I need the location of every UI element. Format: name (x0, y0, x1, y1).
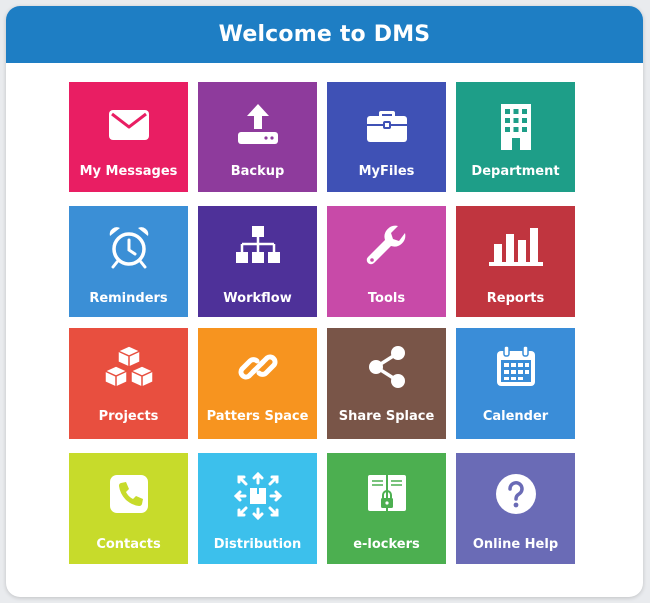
tile-label: Tools (367, 291, 406, 306)
tile-workflow[interactable]: Workflow (198, 206, 317, 317)
wrench-icon (327, 224, 446, 270)
tile-e-lockers[interactable]: e-lockers (327, 453, 446, 564)
tile-label: My Messages (79, 164, 178, 179)
tile-label: Workflow (223, 291, 292, 306)
bar-chart-icon (456, 224, 575, 270)
alarm-clock-icon (69, 224, 188, 270)
upload-icon (198, 102, 317, 148)
tile-label: Distribution (213, 537, 302, 552)
tile-label: Contacts (96, 537, 161, 552)
tile-department[interactable]: Department (456, 82, 575, 192)
briefcase-icon (327, 102, 446, 148)
locker-icon (327, 471, 446, 517)
share-icon (327, 344, 446, 390)
tile-label: Share Splace (338, 409, 435, 424)
tile-label: Department (471, 164, 560, 179)
tile-myfiles[interactable]: MyFiles (327, 82, 446, 192)
tile-distribution[interactable]: Distribution (198, 453, 317, 564)
tile-my-messages[interactable]: My Messages (69, 82, 188, 192)
question-icon (456, 471, 575, 517)
tile-label: Online Help (472, 537, 559, 552)
tile-label: Patters Space (206, 409, 309, 424)
tile-label: Calender (482, 409, 549, 424)
tile-online-help[interactable]: Online Help (456, 453, 575, 564)
tile-patters-space[interactable]: Patters Space (198, 328, 317, 439)
tile-projects[interactable]: Projects (69, 328, 188, 439)
phone-icon (69, 471, 188, 517)
envelope-icon (69, 102, 188, 148)
tile-share-splace[interactable]: Share Splace (327, 328, 446, 439)
tile-label: Backup (230, 164, 285, 179)
sitemap-icon (198, 224, 317, 270)
tile-calender[interactable]: Calender (456, 328, 575, 439)
tile-label: MyFiles (358, 164, 415, 179)
tile-reports[interactable]: Reports (456, 206, 575, 317)
page-title: Welcome to DMS (218, 22, 431, 47)
link-icon (198, 344, 317, 390)
tile-tools[interactable]: Tools (327, 206, 446, 317)
tile-label: Reminders (89, 291, 168, 306)
tile-contacts[interactable]: Contacts (69, 453, 188, 564)
tile-label: Reports (486, 291, 545, 306)
distribution-icon (198, 471, 317, 521)
dashboard-panel: Welcome to DMS My Messages Backup MyFile… (6, 6, 643, 597)
calendar-icon (456, 344, 575, 390)
tile-reminders[interactable]: Reminders (69, 206, 188, 317)
tile-backup[interactable]: Backup (198, 82, 317, 192)
building-icon (456, 102, 575, 152)
cubes-icon (69, 344, 188, 390)
tile-label: e-lockers (353, 537, 420, 552)
header-bar: Welcome to DMS (6, 6, 643, 63)
tile-label: Projects (98, 409, 159, 424)
